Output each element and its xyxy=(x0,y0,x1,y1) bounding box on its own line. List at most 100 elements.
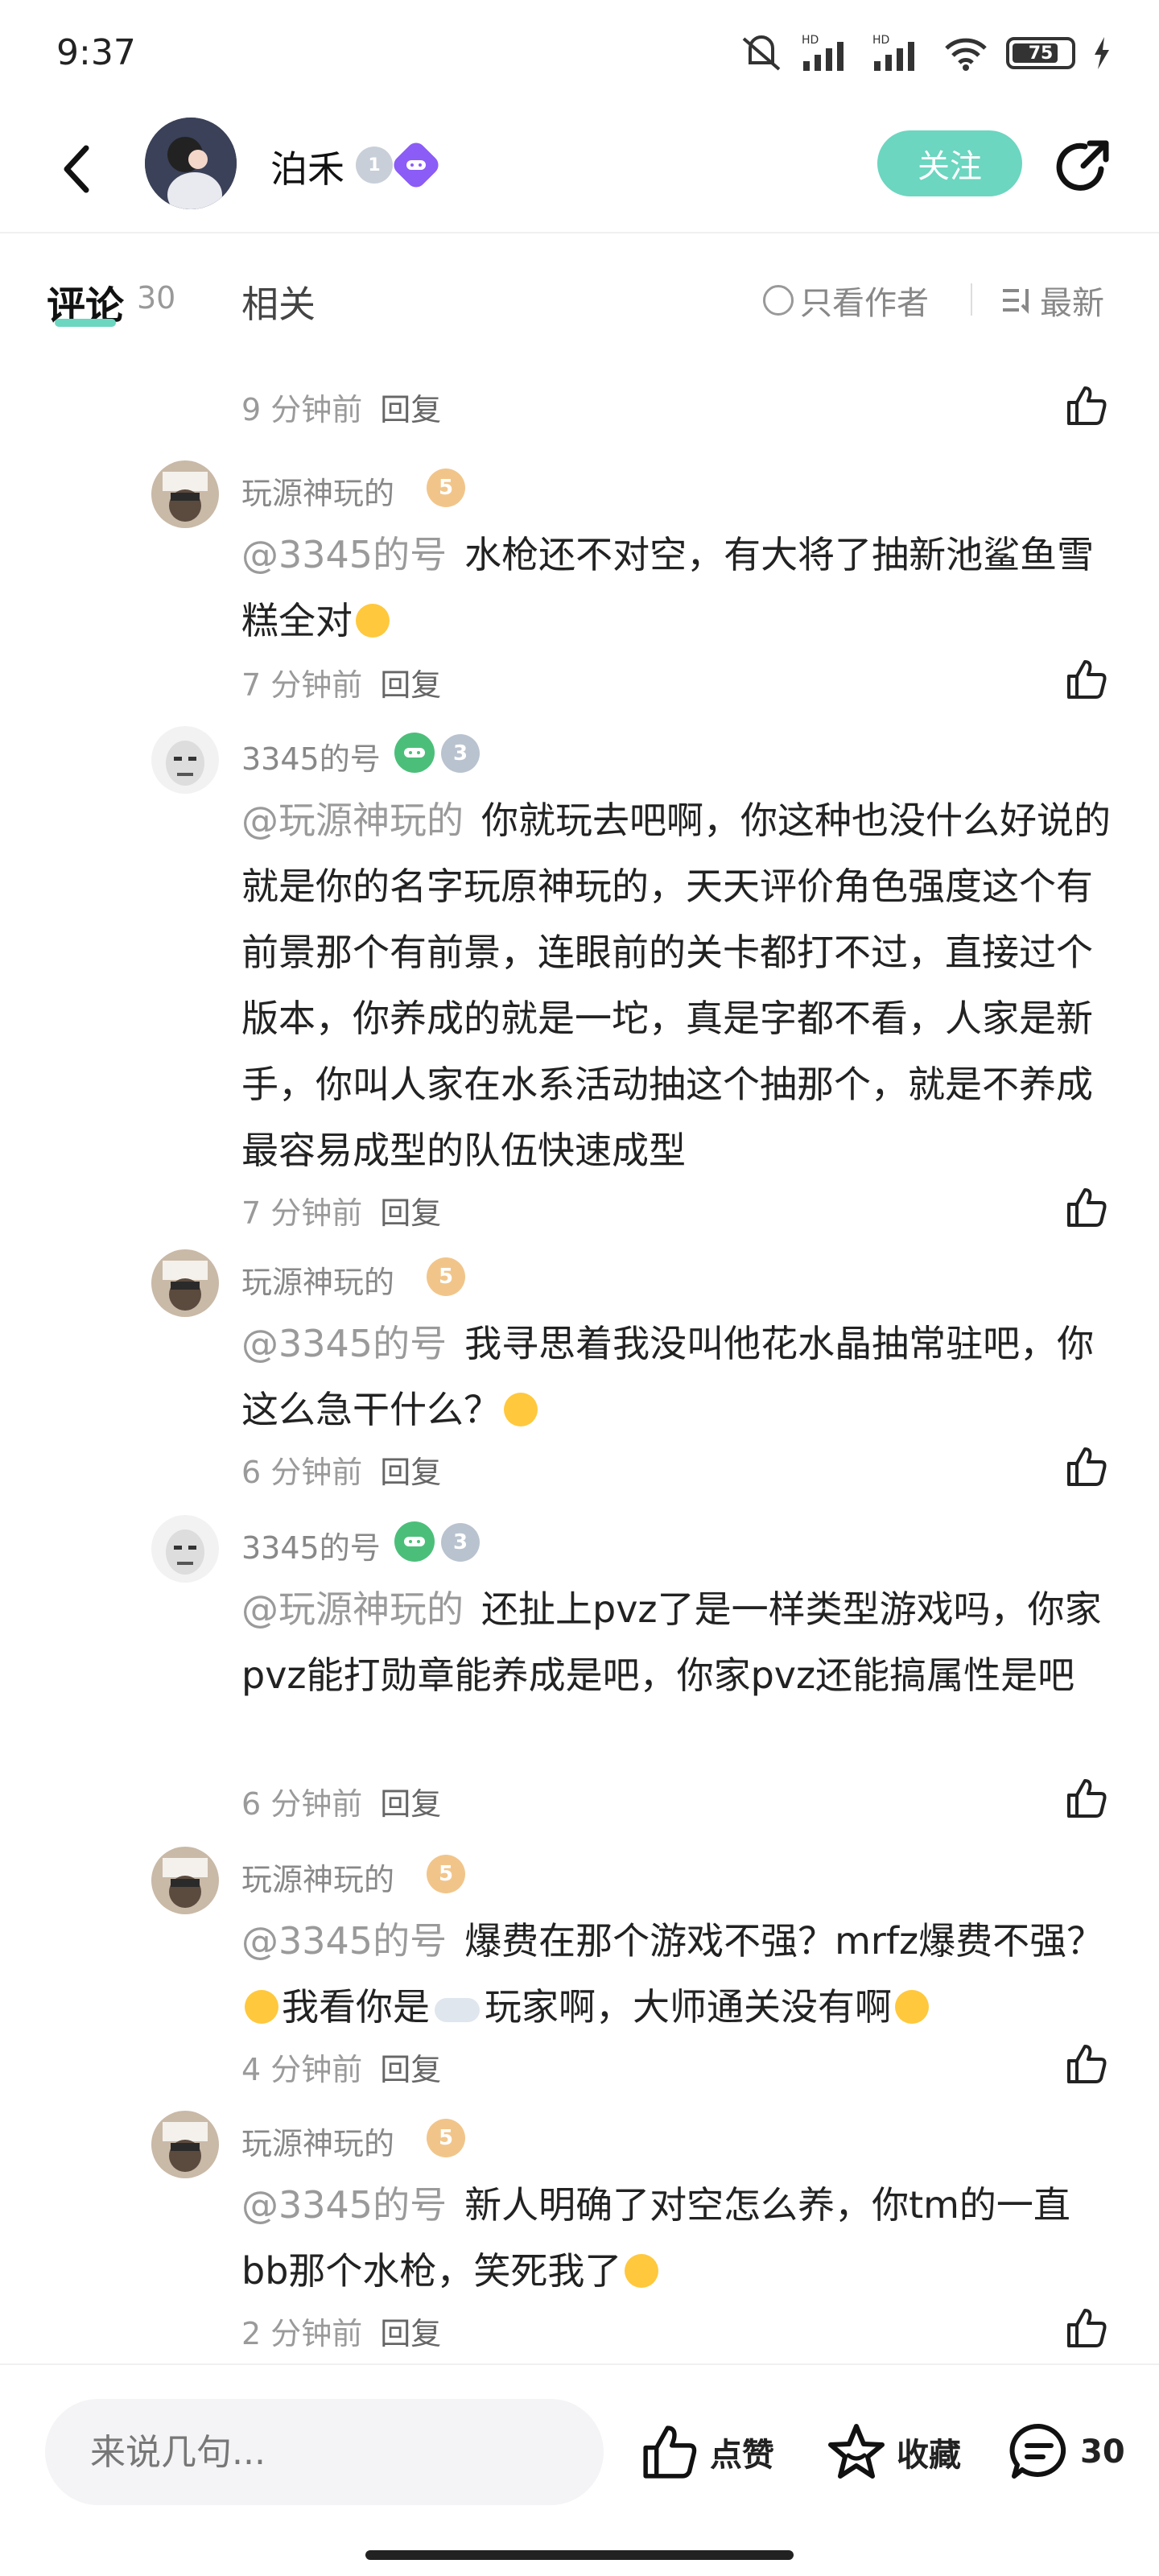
reply-time: 2 分钟前 xyxy=(241,2316,363,2351)
gamepad-badge-icon xyxy=(394,733,435,773)
avatar[interactable] xyxy=(151,2111,219,2178)
avatar[interactable] xyxy=(151,726,219,794)
reply-time: 6 分钟前 xyxy=(241,1786,363,1822)
reply-meta: 7 分钟前 回复 xyxy=(241,1188,441,1232)
comment-input[interactable] xyxy=(45,2399,604,2505)
bottom-action-bar: 点赞 收藏 30 xyxy=(0,2363,1159,2576)
level-badge: 5 xyxy=(427,2119,465,2157)
thumbs-up-icon xyxy=(1067,660,1107,699)
thumbs-up-icon xyxy=(1067,1447,1107,1486)
reply-button[interactable]: 回复 xyxy=(380,1455,441,1490)
reply-button[interactable]: 回复 xyxy=(380,2316,441,2351)
tab-related[interactable]: 相关 xyxy=(241,275,316,328)
comments-count: 30 xyxy=(137,280,176,316)
reply-time: 4 分钟前 xyxy=(241,2052,363,2087)
username[interactable]: 玩源神玩的 xyxy=(241,1257,394,1302)
username[interactable]: 玩源神玩的 xyxy=(241,2119,394,2163)
favorite-label: 收藏 xyxy=(897,2437,961,2474)
chevron-left-icon xyxy=(64,145,89,193)
thumbs-up-icon xyxy=(1067,2045,1107,2083)
level-badge: 5 xyxy=(427,469,465,507)
like-button[interactable] xyxy=(1061,380,1112,431)
star-icon xyxy=(828,2424,885,2479)
thumbs-up-icon xyxy=(1067,1188,1107,1227)
mention[interactable]: @3345的号 xyxy=(241,2183,447,2227)
sort-button[interactable]: 最新 xyxy=(1001,277,1104,324)
reply-meta: 6 分钟前 回复 xyxy=(241,1447,441,1492)
comment-text: @玩源神玩的 还扯上pvz了是一样类型游戏吗，你家pvz能打勋章能养成是吧，你家p… xyxy=(241,1587,1102,1697)
reply-meta: 2 分钟前 回复 xyxy=(241,2309,441,2353)
favorite-button[interactable]: 收藏 xyxy=(826,2415,961,2489)
avatar[interactable] xyxy=(151,1515,219,1583)
only-author-toggle[interactable]: 只看作者 xyxy=(763,277,929,324)
mention[interactable]: @玩源神玩的 xyxy=(241,1587,464,1631)
radio-icon xyxy=(763,285,794,316)
home-indicator[interactable] xyxy=(365,2550,794,2560)
like-button[interactable] xyxy=(1061,1773,1112,1824)
sort-icon xyxy=(1003,289,1029,314)
reply-button[interactable]: 回复 xyxy=(380,667,441,703)
reply-meta: 9 分钟前 回复 xyxy=(241,385,441,429)
reply-time: 6 分钟前 xyxy=(241,1455,363,1490)
reply-meta: 6 分钟前 回复 xyxy=(241,1779,441,1823)
comments-button[interactable]: 30 xyxy=(1008,2415,1125,2489)
avatar[interactable] xyxy=(151,1847,219,1914)
username[interactable]: 玩源神玩的 xyxy=(241,1855,394,1899)
reply-time: 9 分钟前 xyxy=(241,392,363,427)
post-header: 泊禾 1 关注 xyxy=(0,105,1159,233)
reply-button[interactable]: 回复 xyxy=(380,1786,441,1822)
level-badge: 5 xyxy=(427,1257,465,1296)
level-badge: 3 xyxy=(441,1523,480,1562)
author-avatar[interactable] xyxy=(145,118,237,209)
mention[interactable]: @3345的号 xyxy=(241,1322,447,1365)
share-button[interactable] xyxy=(1051,135,1116,200)
mention[interactable]: @3345的号 xyxy=(241,1919,447,1963)
comment-text: @玩源神玩的 你就玩去吧啊，你这种也没什么好说的就是你的名字玩原神玩的，天天评价角… xyxy=(241,799,1111,1172)
share-icon xyxy=(1056,140,1109,191)
comment-tabs: 评论 30 相关 只看作者 最新 xyxy=(0,235,1159,348)
cloud-emoji-icon xyxy=(435,1997,480,2022)
username[interactable]: 3345的号 xyxy=(241,734,381,778)
avatar[interactable] xyxy=(151,460,219,528)
username[interactable]: 3345的号 xyxy=(241,1523,381,1567)
avatar[interactable] xyxy=(151,1249,219,1317)
shocked-emoji-icon xyxy=(504,1392,538,1426)
comment-list: 9 分钟前 回复 玩源神玩的 5 @3345的号 水枪还不对空，有大将了抽新池鲨鱼雪… xyxy=(0,348,1159,2360)
back-button[interactable] xyxy=(48,137,105,201)
reply-meta: 4 分钟前 回复 xyxy=(241,2045,441,2089)
reply-time: 7 分钟前 xyxy=(241,1195,363,1231)
like-button[interactable] xyxy=(1061,1441,1112,1492)
mention[interactable]: @玩源神玩的 xyxy=(241,799,464,842)
username[interactable]: 玩源神玩的 xyxy=(241,469,394,513)
grin-emoji-icon xyxy=(356,603,390,638)
follow-button[interactable]: 关注 xyxy=(877,130,1022,196)
level-badge: 5 xyxy=(427,1855,465,1893)
reply-button[interactable]: 回复 xyxy=(380,392,441,427)
reply-button[interactable]: 回复 xyxy=(380,1195,441,1231)
divider xyxy=(971,283,972,316)
crying-emoji-icon xyxy=(895,1989,929,2024)
gamepad-badge-icon xyxy=(394,1521,435,1562)
like-button[interactable] xyxy=(1061,2038,1112,2090)
mention[interactable]: @3345的号 xyxy=(241,533,447,576)
like-button[interactable] xyxy=(1061,654,1112,705)
thumbs-up-icon xyxy=(1067,2309,1107,2347)
like-post-button[interactable]: 点赞 xyxy=(639,2415,774,2489)
like-button[interactable] xyxy=(1061,2302,1112,2354)
comment-text: @3345的号 新人明确了对空怎么养，你tm的一直bb那个水枪，笑死我了 xyxy=(241,2183,1070,2293)
mute-icon xyxy=(742,35,781,71)
reply-time: 7 分钟前 xyxy=(241,667,363,703)
thumbs-up-icon xyxy=(1067,386,1107,425)
reply-button[interactable]: 回复 xyxy=(380,2052,441,2087)
comment-count: 30 xyxy=(1080,2434,1125,2471)
charging-icon xyxy=(1095,37,1109,69)
signal-hd-label: HD xyxy=(802,34,819,47)
thumbs-up-icon xyxy=(1067,1779,1107,1818)
comment-text: @3345的号 我寻思着我没叫他花水晶抽常驻吧，你这么急干什么？ xyxy=(241,1322,1095,1431)
like-button[interactable] xyxy=(1061,1182,1112,1233)
sort-label: 最新 xyxy=(1040,285,1104,322)
svg-text:HD: HD xyxy=(872,34,889,47)
signal-icon-2: HD xyxy=(872,34,914,71)
author-name[interactable]: 泊禾 xyxy=(270,140,344,193)
like-label: 点赞 xyxy=(710,2437,774,2474)
